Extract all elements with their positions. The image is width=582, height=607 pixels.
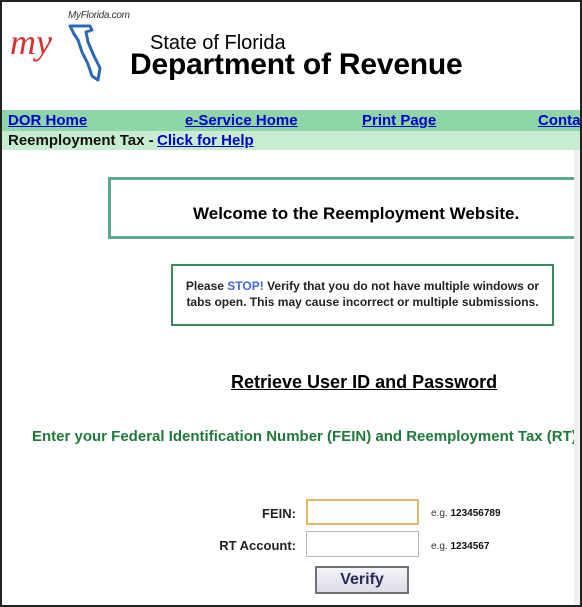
retrieve-title: Retrieve User ID and Password: [231, 372, 498, 392]
rt-account-input[interactable]: [306, 531, 419, 557]
nav-print-page-link[interactable]: Print Page: [362, 112, 436, 129]
rt-hint-prefix: e.g.: [431, 541, 448, 552]
rt-account-label: RT Account:: [219, 538, 296, 553]
myflorida-caption: MyFlorida.com: [68, 10, 130, 21]
instruction-text: Enter your Federal Identification Number…: [32, 428, 582, 445]
fein-input[interactable]: [306, 499, 419, 525]
nav-dor-home-link[interactable]: DOR Home: [8, 112, 87, 129]
fein-hint-prefix: e.g.: [431, 508, 448, 519]
fein-hint: e.g. 123456789: [431, 508, 501, 519]
nav-eservice-home-link[interactable]: e-Service Home: [185, 112, 298, 129]
nav-bar: DOR Home e-Service Home Print Page Conta: [2, 110, 580, 131]
warning-line-1: Please STOP! Verify that you do not have…: [173, 278, 552, 294]
help-link[interactable]: Click for Help: [157, 132, 254, 149]
nav-contact-link[interactable]: Conta: [538, 112, 580, 129]
welcome-box: Welcome to the Reemployment Website.: [108, 177, 578, 239]
rt-hint-example: 1234567: [450, 541, 490, 552]
sub-bar: Reemployment Tax - Click for Help: [2, 131, 580, 150]
warning-please: Please: [185, 279, 224, 293]
warning-line-1-text: Verify that you do not have multiple win…: [267, 279, 540, 293]
verify-button[interactable]: Verify: [315, 566, 409, 594]
warning-stop: STOP!: [227, 279, 264, 293]
welcome-message: Welcome to the Reemployment Website.: [193, 204, 520, 223]
department-title: Department of Revenue: [130, 48, 463, 81]
vertical-scrollbar[interactable]: [574, 150, 580, 605]
reemployment-tax-label: Reemployment Tax -: [8, 132, 154, 149]
warning-line-2: tabs open. This may cause incorrect or m…: [186, 295, 539, 309]
fein-label: FEIN:: [262, 506, 296, 521]
fein-hint-example: 123456789: [450, 508, 501, 519]
rt-account-hint: e.g. 1234567: [431, 541, 489, 552]
header: my MyFlorida.com State of Florida Depart…: [2, 2, 580, 110]
page-frame: my MyFlorida.com State of Florida Depart…: [0, 0, 582, 607]
my-logo-text: my: [10, 22, 52, 62]
warning-box: Please STOP! Verify that you do not have…: [171, 264, 554, 326]
